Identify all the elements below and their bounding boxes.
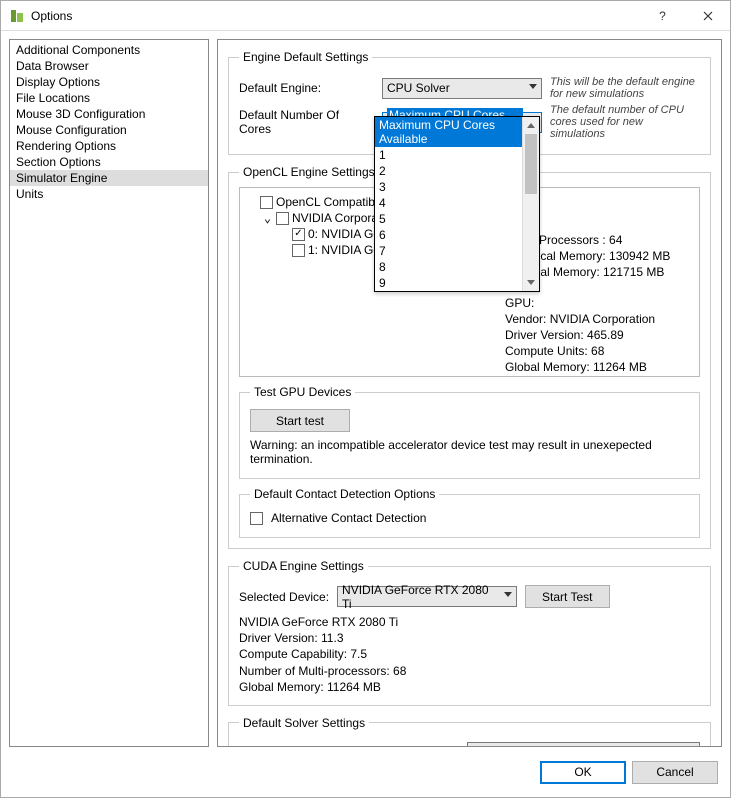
info-gpu-mem: Global Memory: 11264 MB (505, 359, 695, 375)
tree-device-1-label: 1: NVIDIA Ge (308, 243, 380, 257)
sidebar-item-units[interactable]: Units (10, 186, 208, 202)
sidebar-item-file-locations[interactable]: File Locations (10, 90, 208, 106)
tree-root-label: OpenCL Compatible (276, 195, 384, 209)
titlebar: Options ? (1, 1, 730, 31)
cuda-info: NVIDIA GeForce RTX 2080 Ti Driver Versio… (239, 614, 700, 695)
sidebar-item-simulator-engine[interactable]: Simulator Engine (10, 170, 208, 186)
cuda-device-value: NVIDIA GeForce RTX 2080 Ti (342, 583, 498, 611)
tree-device-0-label: 0: NVIDIA Ge (308, 227, 380, 241)
cores-help: The default number of CPU cores used for… (550, 104, 700, 140)
cores-option[interactable]: 3 (375, 179, 522, 195)
info-gpu-header: GPU: (505, 295, 695, 311)
checkbox[interactable] (276, 212, 289, 225)
cuda-legend: CUDA Engine Settings (239, 559, 368, 573)
cuda-info-mem: Global Memory: 11264 MB (239, 679, 700, 695)
scroll-up-icon[interactable] (523, 117, 539, 134)
alt-contact-checkbox[interactable] (250, 512, 263, 525)
default-engine-value: CPU Solver (387, 81, 450, 95)
test-gpu-group: Test GPU Devices Start test Warning: an … (239, 385, 700, 479)
solver-precision-value: double (472, 745, 508, 747)
cores-option[interactable]: 1 (375, 147, 522, 163)
start-test-button[interactable]: Start test (250, 409, 350, 432)
cuda-device-select[interactable]: NVIDIA GeForce RTX 2080 Ti (337, 586, 517, 607)
tree-vendor-label: NVIDIA Corpora (292, 211, 378, 225)
cores-option[interactable]: 4 (375, 195, 522, 211)
scroll-thumb[interactable] (525, 134, 537, 194)
close-icon (703, 11, 713, 21)
ok-button[interactable]: OK (540, 761, 626, 784)
dialog-body: Additional Components Data Browser Displ… (1, 31, 730, 755)
cores-option[interactable]: 6 (375, 227, 522, 243)
cores-option[interactable]: 5 (375, 211, 522, 227)
dialog-footer: OK Cancel (1, 755, 730, 797)
solver-group: Default Solver Settings Default Solver P… (228, 716, 711, 747)
category-list[interactable]: Additional Components Data Browser Displ… (9, 39, 209, 747)
sidebar-item-additional-components[interactable]: Additional Components (10, 42, 208, 58)
default-engine-select[interactable]: CPU Solver (382, 78, 542, 99)
cuda-info-name: NVIDIA GeForce RTX 2080 Ti (239, 614, 700, 630)
info-gpu-units: Compute Units: 68 (505, 343, 695, 359)
cores-option[interactable]: 8 (375, 259, 522, 275)
cores-option[interactable]: 9 (375, 275, 522, 291)
chevron-down-icon (504, 592, 512, 597)
solver-precision-label: Default Solver Precision (239, 745, 459, 747)
sidebar-item-display-options[interactable]: Display Options (10, 74, 208, 90)
engine-default-legend: Engine Default Settings (239, 50, 372, 64)
app-icon (9, 8, 25, 24)
cuda-info-driver: Driver Version: 11.3 (239, 630, 700, 646)
cores-option[interactable]: 7 (375, 243, 522, 259)
window-title: Options (31, 9, 640, 23)
scroll-down-icon[interactable] (523, 274, 539, 291)
contact-legend: Default Contact Detection Options (250, 487, 439, 501)
solver-legend: Default Solver Settings (239, 716, 369, 730)
opencl-legend: OpenCL Engine Settings (239, 165, 379, 179)
solver-precision-select[interactable]: double (467, 742, 700, 747)
sidebar-item-data-browser[interactable]: Data Browser (10, 58, 208, 74)
cuda-group: CUDA Engine Settings Selected Device: NV… (228, 559, 711, 706)
test-gpu-legend: Test GPU Devices (250, 385, 355, 399)
options-window: Options ? Additional Components Data Bro… (0, 0, 731, 798)
cores-dropdown-list[interactable]: Maximum CPU Cores Available 1 2 3 4 5 6 … (375, 117, 522, 291)
cores-option[interactable]: Maximum CPU Cores Available (375, 117, 522, 147)
sidebar-item-mouse-config[interactable]: Mouse Configuration (10, 122, 208, 138)
cores-option[interactable]: 2 (375, 163, 522, 179)
alt-contact-label: Alternative Contact Detection (271, 511, 426, 525)
tree-collapse-icon[interactable]: ⌄ (262, 211, 273, 225)
contact-detect-group: Default Contact Detection Options Altern… (239, 487, 700, 538)
info-gpu-vendor: Vendor: NVIDIA Corporation (505, 311, 695, 327)
help-button[interactable]: ? (640, 1, 685, 30)
cuda-info-cc: Compute Capability: 7.5 (239, 646, 700, 662)
sidebar-item-rendering[interactable]: Rendering Options (10, 138, 208, 154)
checkbox[interactable] (292, 244, 305, 257)
checkbox[interactable] (260, 196, 273, 209)
cancel-button[interactable]: Cancel (632, 761, 718, 784)
cores-dropdown[interactable]: Maximum CPU Cores Available 1 2 3 4 5 6 … (374, 116, 540, 292)
settings-panel: Engine Default Settings Default Engine: … (217, 39, 722, 747)
engine-default-group: Engine Default Settings Default Engine: … (228, 50, 711, 155)
cuda-info-mp: Number of Multi-processors: 68 (239, 663, 700, 679)
checkbox[interactable] (292, 228, 305, 241)
test-warning: Warning: an incompatible accelerator dev… (250, 438, 689, 466)
sidebar-item-section[interactable]: Section Options (10, 154, 208, 170)
chevron-down-icon (529, 84, 537, 89)
cuda-selected-label: Selected Device: (239, 590, 329, 604)
info-gpu-driver: Driver Version: 465.89 (505, 327, 695, 343)
dropdown-scrollbar[interactable] (522, 117, 539, 291)
sidebar-item-mouse-3d[interactable]: Mouse 3D Configuration (10, 106, 208, 122)
cuda-start-test-button[interactable]: Start Test (525, 585, 609, 608)
default-engine-help: This will be the default engine for new … (550, 76, 700, 100)
close-button[interactable] (685, 1, 730, 30)
default-engine-label: Default Engine: (239, 81, 374, 95)
cores-label: Default Number Of Cores (239, 108, 374, 136)
